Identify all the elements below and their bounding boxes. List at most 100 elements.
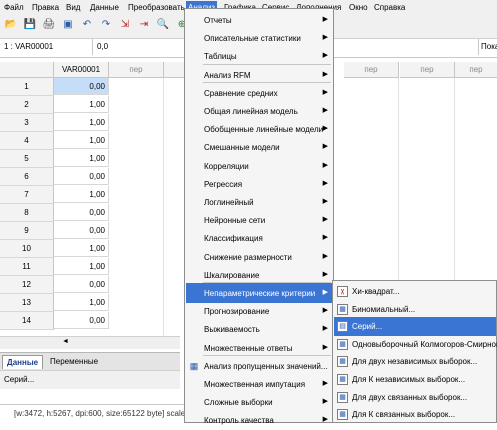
- row-header[interactable]: 11: [0, 258, 54, 276]
- menu-item[interactable]: Логлинейный ▶: [186, 192, 332, 212]
- row-header[interactable]: 7: [0, 186, 54, 204]
- column-header-var00001[interactable]: VAR00001: [54, 62, 109, 78]
- data-cell[interactable]: 0,00: [54, 276, 109, 293]
- save-icon[interactable]: 💾: [23, 18, 37, 32]
- row-header[interactable]: 12: [0, 276, 54, 294]
- menu-item-label: Множественная импутация: [204, 380, 306, 389]
- submenu-item[interactable]: ▤ Серий...: [334, 317, 496, 337]
- data-cell[interactable]: 0,00: [54, 204, 109, 221]
- menu-item-label: Непараметрические критерии: [204, 289, 316, 298]
- menu-item[interactable]: Отчеты ▶: [186, 10, 332, 30]
- menubar-item[interactable]: Данные: [90, 2, 119, 13]
- menubar-item[interactable]: Преобразовать: [128, 2, 185, 13]
- k-independent-icon: ▦: [337, 374, 348, 385]
- dialog-recall-icon[interactable]: ▣: [61, 18, 75, 32]
- menu-item[interactable]: Прогнозирование ▶: [186, 301, 332, 321]
- menubar-item[interactable]: Окно: [349, 2, 368, 13]
- two-independent-icon: ▦: [337, 356, 348, 368]
- menu-item[interactable]: Непараметрические критерии ▶: [186, 283, 332, 303]
- horizontal-scrollbar[interactable]: ◄: [0, 336, 180, 349]
- submenu-item[interactable]: χ Хи-квадрат...: [334, 282, 496, 301]
- menu-item[interactable]: Выживаемость ▶: [186, 319, 332, 339]
- menu-item[interactable]: Регрессия ▶: [186, 174, 332, 194]
- cell-value: 0,0: [97, 42, 109, 51]
- tab-variable-view[interactable]: Переменные: [46, 355, 102, 368]
- data-cell[interactable]: 0,00: [54, 78, 109, 95]
- redo-icon[interactable]: ↷: [99, 18, 113, 32]
- scroll-left-icon[interactable]: ◄: [62, 338, 69, 345]
- submenu-item[interactable]: ▦ Биномиальный...: [334, 300, 496, 319]
- menu-item-label: Корреляции: [204, 161, 249, 171]
- menu-item[interactable]: Описательные статистики ▶: [186, 28, 332, 48]
- column-header-placeholder[interactable]: пер: [400, 62, 455, 78]
- data-cell[interactable]: 1,00: [54, 240, 109, 257]
- menu-item[interactable]: Контроль качества ▶: [186, 410, 332, 430]
- submenu-arrow-icon: ▶: [322, 125, 328, 133]
- row-header[interactable]: 10: [0, 240, 54, 258]
- row-header[interactable]: 13: [0, 294, 54, 312]
- menubar-item[interactable]: Файл: [4, 2, 24, 13]
- column-header-placeholder[interactable]: пер: [455, 62, 497, 78]
- row-header[interactable]: 3: [0, 114, 54, 132]
- menu-item[interactable]: Корреляции ▶: [186, 156, 332, 176]
- menu-item[interactable]: Классификация ▶: [186, 228, 332, 248]
- menubar-item[interactable]: Справка: [374, 2, 405, 13]
- data-cell[interactable]: 1,00: [54, 96, 109, 113]
- tab-data-view[interactable]: Данные: [2, 355, 44, 369]
- image-caption: [w:3472, h:5267, dpi:600, size:65122 byt…: [14, 409, 199, 418]
- data-cell[interactable]: 1,00: [54, 294, 109, 311]
- data-cell[interactable]: 1,00: [54, 114, 109, 131]
- menu-item[interactable]: ▦ Анализ пропущенных значений...: [186, 356, 332, 376]
- find-icon[interactable]: 🔍: [156, 18, 170, 32]
- menu-item[interactable]: Сложные выборки ▶: [186, 392, 332, 412]
- row-header[interactable]: 5: [0, 150, 54, 168]
- open-folder-icon[interactable]: 📂: [4, 18, 18, 32]
- data-cell[interactable]: 0,00: [54, 312, 109, 329]
- submenu-item[interactable]: ▦ Для двух независимых выборок...: [334, 352, 496, 371]
- column-header-placeholder[interactable]: пер: [109, 62, 164, 78]
- menu-item[interactable]: Обобщенные линейные модели ▶: [186, 119, 332, 139]
- menu-item[interactable]: Снижение размерности ▶: [186, 247, 332, 267]
- grid-corner: [0, 62, 54, 78]
- row-header[interactable]: 4: [0, 132, 54, 150]
- row-header[interactable]: 9: [0, 222, 54, 240]
- print-icon[interactable]: 🖨: [42, 18, 56, 32]
- menu-item-label: Выживаемость: [204, 325, 260, 335]
- menubar-item[interactable]: Правка: [32, 2, 59, 13]
- menu-item-label: Анализ RFM: [204, 70, 251, 80]
- menu-item-label: Сравнение средних: [204, 88, 278, 98]
- submenu-item[interactable]: ▦ Для К связанных выборок...: [334, 405, 496, 424]
- status-text: Серий...: [4, 375, 35, 384]
- data-cell[interactable]: 1,00: [54, 132, 109, 149]
- submenu-item-label: Для двух независимых выборок...: [352, 357, 478, 367]
- menu-item[interactable]: Общая линейная модель ▶: [186, 101, 332, 121]
- menu-item-label: Описательные статистики: [204, 34, 301, 44]
- menu-item[interactable]: Нейронные сети ▶: [186, 210, 332, 230]
- row-header[interactable]: 2: [0, 96, 54, 114]
- grid-column-line: [163, 78, 164, 336]
- data-cell[interactable]: 0,00: [54, 168, 109, 185]
- column-header-placeholder[interactable]: пер: [344, 62, 399, 78]
- submenu-arrow-icon: ▶: [322, 325, 328, 333]
- menu-item-label: Анализ пропущенных значений...: [204, 361, 328, 371]
- menubar-item[interactable]: Вид: [66, 2, 80, 13]
- menu-item[interactable]: Сравнение средних ▶: [186, 83, 332, 103]
- submenu-item[interactable]: ▦ Для двух связанных выборок...: [334, 388, 496, 407]
- menu-item[interactable]: Множественная импутация ▶: [186, 374, 332, 394]
- row-header[interactable]: 6: [0, 168, 54, 186]
- menu-item-label: Сложные выборки: [204, 398, 273, 408]
- submenu-item[interactable]: ▦ Одновыборочный Колмогоров-Смирнова...: [334, 335, 497, 354]
- menu-item[interactable]: Смешанные модели ▶: [186, 137, 332, 157]
- data-cell[interactable]: 1,00: [54, 258, 109, 275]
- row-header[interactable]: 1: [0, 78, 54, 96]
- data-cell[interactable]: 0,00: [54, 222, 109, 239]
- undo-icon[interactable]: ↶: [80, 18, 94, 32]
- data-cell[interactable]: 1,00: [54, 150, 109, 167]
- submenu-arrow-icon: ▶: [322, 179, 328, 187]
- row-header[interactable]: 14: [0, 312, 54, 330]
- goto-case-icon[interactable]: ⇲: [118, 18, 132, 32]
- row-header[interactable]: 8: [0, 204, 54, 222]
- submenu-item[interactable]: ▦ Для К независимых выборок...: [334, 370, 496, 389]
- data-cell[interactable]: 1,00: [54, 186, 109, 203]
- goto-variable-icon[interactable]: ⇥: [137, 18, 151, 32]
